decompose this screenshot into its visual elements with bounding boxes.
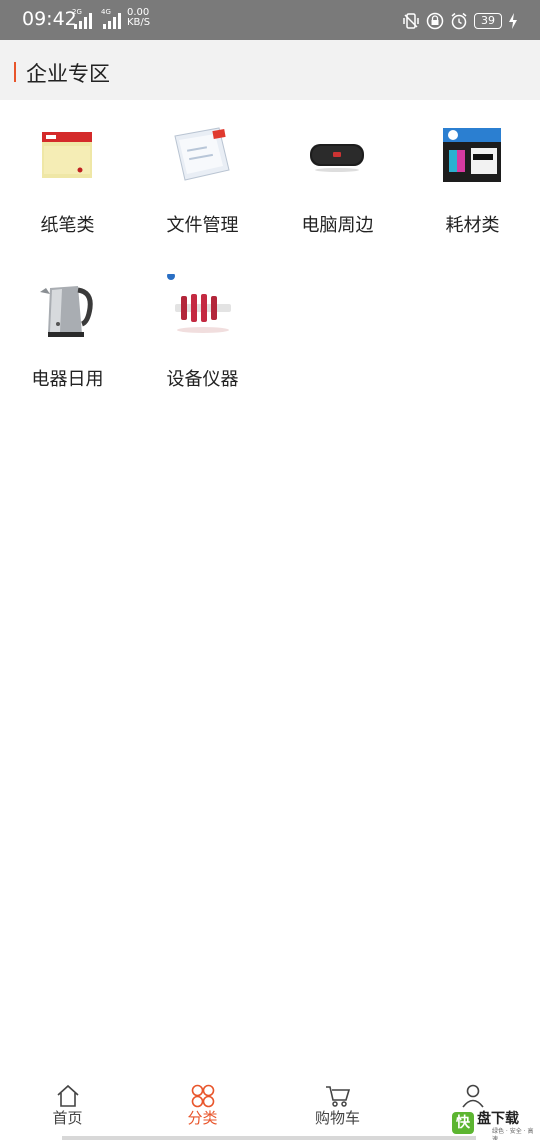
category-item-equipment[interactable]: 设备仪器 (135, 254, 270, 404)
status-time: 09:42 (22, 8, 77, 30)
watermark-logo: 快 盘下载 绿色 · 安全 · 高速 (452, 1108, 536, 1140)
category-label: 文件管理 (166, 215, 239, 236)
nav-item-home[interactable]: 首页 (0, 1076, 135, 1140)
category-label: 电器日用 (31, 369, 104, 390)
status-bar: 09:42 2G 4G 0.00 KB/S 39 (0, 0, 540, 40)
charging-icon (508, 12, 518, 30)
header-accent-bar (14, 62, 16, 82)
gesture-bar (62, 1136, 476, 1140)
page-header: 企业专区 (0, 40, 540, 100)
watermark-subtext: 绿色 · 安全 · 高速 (492, 1128, 534, 1140)
ink-cartridge-image (437, 120, 507, 190)
signal-strength-sim1-icon: 2G (72, 8, 94, 32)
network-speed: 0.00 KB/S (127, 7, 151, 28)
document-sleeve-image (167, 120, 237, 190)
instrument-image (167, 272, 237, 344)
category-label: 电脑周边 (301, 215, 374, 236)
category-item-paper-pen[interactable]: 纸笔类 (0, 100, 135, 250)
category-item-consumables[interactable]: 耗材类 (405, 100, 540, 250)
user-icon (460, 1084, 486, 1108)
alarm-icon (450, 12, 468, 30)
lock-icon (426, 12, 444, 30)
category-item-appliances[interactable]: 电器日用 (0, 254, 135, 404)
cart-icon (325, 1084, 351, 1108)
category-label: 耗材类 (445, 215, 500, 236)
home-icon (55, 1084, 81, 1108)
category-label: 设备仪器 (166, 369, 239, 390)
vibrate-icon (402, 12, 420, 30)
speaker-image (302, 120, 372, 190)
kettle-image (32, 274, 102, 344)
nav-label: 首页 (52, 1109, 83, 1127)
watermark-text: 盘下载 (477, 1111, 519, 1127)
battery-icon: 39 (474, 13, 502, 29)
sticky-notes-image (32, 120, 102, 190)
nav-label: 分类 (187, 1109, 218, 1127)
watermark-mark: 快 (452, 1112, 474, 1134)
page-title: 企业专区 (26, 62, 110, 86)
category-icon (190, 1084, 216, 1108)
status-icons: 39 (402, 10, 518, 32)
nav-item-cart[interactable]: 购物车 (270, 1076, 405, 1140)
signal-strength-sim2-icon: 4G (101, 8, 123, 32)
category-item-file-management[interactable]: 文件管理 (135, 100, 270, 250)
nav-item-category[interactable]: 分类 (135, 1076, 270, 1140)
category-label: 纸笔类 (40, 215, 95, 236)
nav-label: 购物车 (314, 1109, 360, 1127)
category-item-computer-peripherals[interactable]: 电脑周边 (270, 100, 405, 250)
